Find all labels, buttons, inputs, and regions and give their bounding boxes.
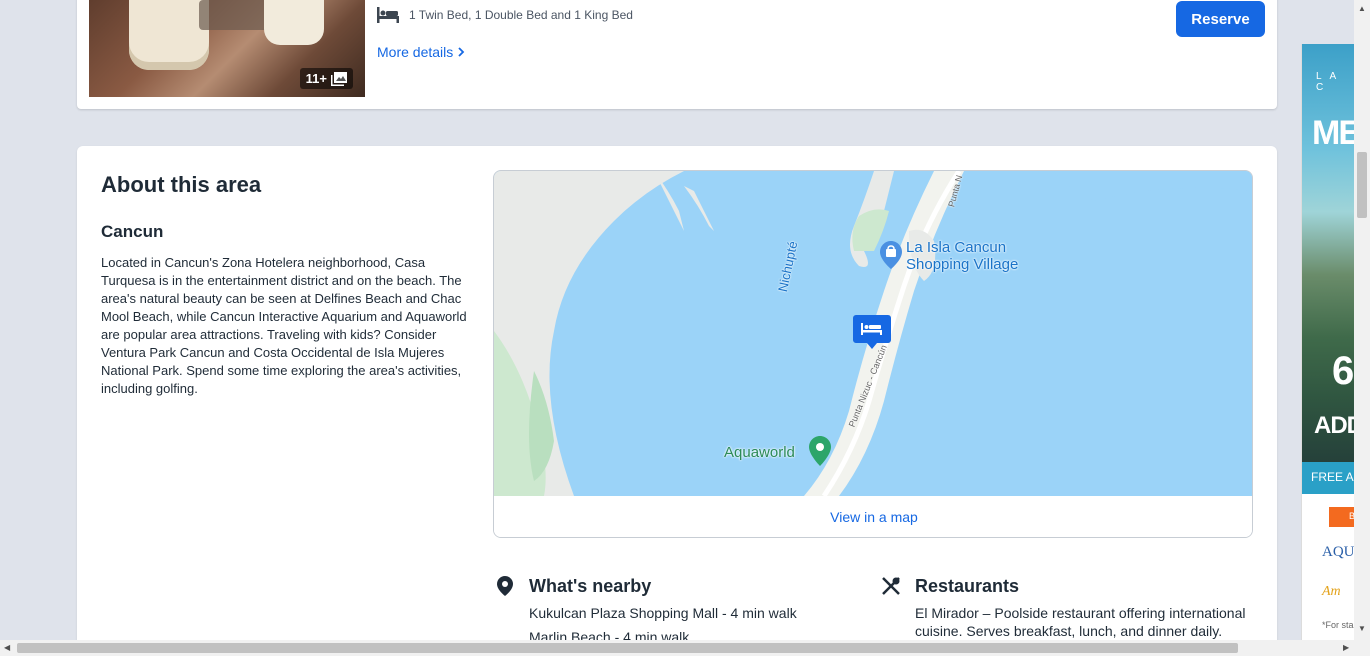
map-label-shopping: Shopping Village	[906, 256, 1019, 273]
view-in-map-link[interactable]: View in a map	[494, 496, 1252, 537]
location-pin-icon	[809, 436, 831, 466]
restaurants-section: Restaurants El Mirador – Poolside restau…	[881, 574, 1261, 646]
scrollbar-thumb[interactable]	[17, 643, 1238, 653]
armchair-image	[264, 0, 324, 45]
scroll-up-icon[interactable]: ▲	[1358, 4, 1366, 13]
room-photo[interactable]: 11+	[89, 0, 365, 97]
ad-brand: LA C	[1316, 71, 1344, 93]
more-details-link[interactable]: More details	[377, 44, 465, 60]
restaurants-list: El Mirador – Poolside restaurant offerin…	[881, 604, 1261, 640]
shopping-bag-icon	[880, 241, 902, 269]
ad-headline: MEX	[1312, 114, 1354, 152]
area-map[interactable]: Nichupté Punta Nizuc - Cancún Punta N La…	[494, 171, 1252, 496]
horizontal-scrollbar[interactable]: ◀ ▶	[0, 640, 1370, 656]
gallery-icon	[331, 71, 347, 86]
table-image	[199, 0, 269, 30]
ad-cta-button[interactable]: B	[1329, 507, 1354, 527]
more-details-label: More details	[377, 44, 454, 60]
ad-logo: Am	[1322, 584, 1341, 599]
ad-subheadline: ADD	[1314, 412, 1354, 439]
ad-image	[1302, 44, 1354, 464]
armchair-image	[129, 0, 209, 70]
room-card: 11+ 1 Twin Bed, 1 Double Bed and 1 King …	[77, 0, 1277, 109]
hotel-bed-icon	[853, 315, 891, 349]
reserve-button[interactable]: Reserve	[1176, 1, 1265, 37]
scroll-left-icon[interactable]: ◀	[4, 643, 10, 652]
photo-count-label: 11+	[305, 71, 327, 86]
restaurants-header: Restaurants	[881, 574, 1261, 598]
list-item: Kukulcan Plaza Shopping Mall - 4 min wal…	[529, 605, 797, 621]
whats-nearby-title: What's nearby	[529, 575, 652, 596]
scrollbar-thumb[interactable]	[1357, 152, 1367, 218]
advertisement-banner[interactable]: LA C MEX 6 ADD FREE A B AQU Am *For sta	[1301, 44, 1354, 644]
ad-logo: AQU	[1322, 544, 1354, 560]
about-area-section: About this area Cancun Located in Cancun…	[77, 146, 1277, 656]
ad-number: 6	[1332, 349, 1354, 393]
vertical-scrollbar[interactable]: ▲ ▼	[1354, 0, 1370, 640]
ad-free-banner: FREE A	[1302, 462, 1354, 494]
area-description: Located in Cancun's Zona Hotelera neighb…	[101, 255, 467, 396]
city-name: Cancun	[101, 222, 164, 241]
bed-text: 1 Twin Bed, 1 Double Bed and 1 King Bed	[409, 8, 633, 22]
photo-count-badge[interactable]: 11+	[299, 68, 353, 89]
map-label-shopping: La Isla Cancun	[906, 239, 1007, 256]
ad-footnote: *For sta	[1322, 620, 1354, 630]
location-pin-icon	[495, 575, 515, 597]
bed-icon	[377, 7, 399, 23]
scroll-down-icon[interactable]: ▼	[1358, 624, 1366, 633]
utensils-icon	[881, 575, 901, 597]
restaurants-title: Restaurants	[915, 575, 1020, 596]
bed-configuration: 1 Twin Bed, 1 Double Bed and 1 King Bed	[377, 7, 633, 23]
whats-nearby-header: What's nearby	[495, 574, 855, 598]
chevron-right-icon	[458, 47, 465, 57]
list-item: El Mirador – Poolside restaurant offerin…	[915, 605, 1246, 639]
section-title: About this area	[101, 172, 262, 197]
map-container[interactable]: Nichupté Punta Nizuc - Cancún Punta N La…	[493, 170, 1253, 538]
scroll-right-icon[interactable]: ▶	[1343, 643, 1349, 652]
map-label-aquaworld: Aquaworld	[724, 444, 795, 461]
